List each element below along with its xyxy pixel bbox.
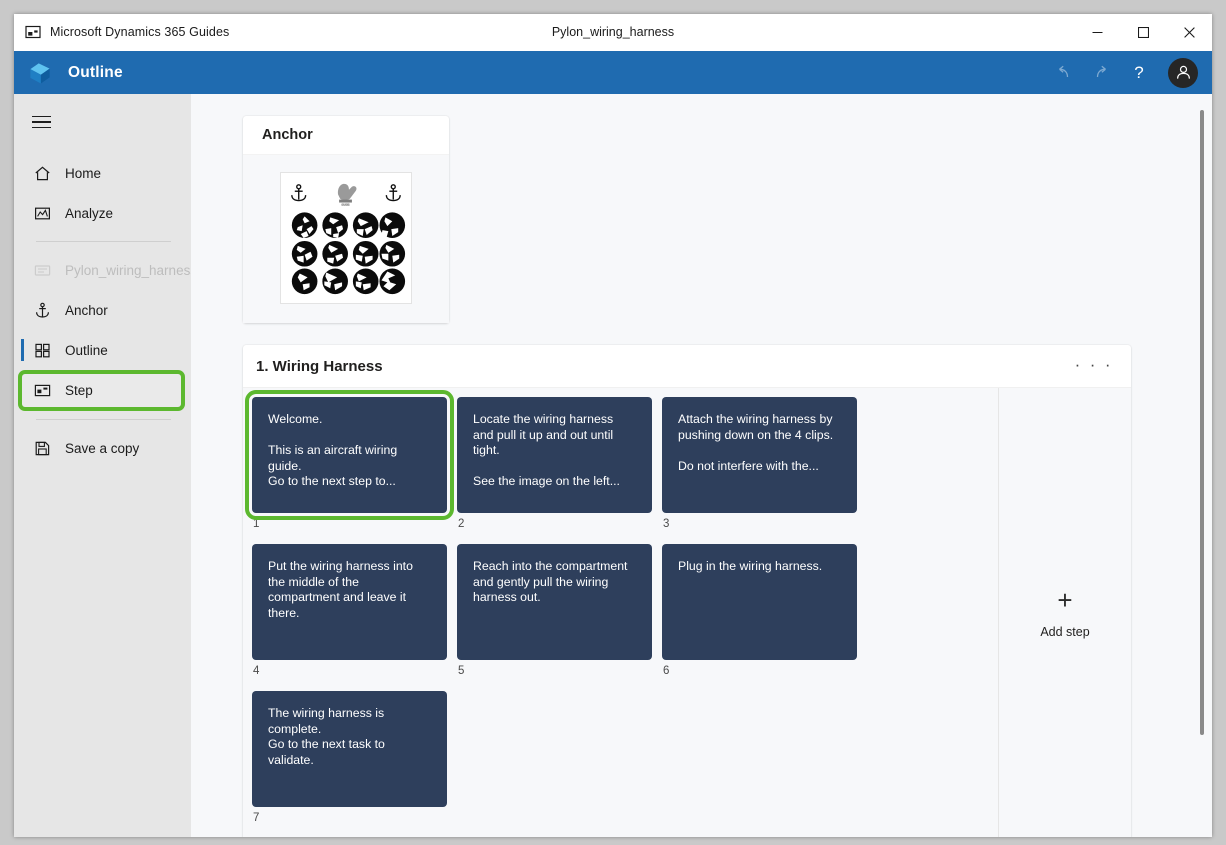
add-step-button[interactable]: + Add step [999,388,1131,837]
plus-icon: + [1057,587,1072,613]
save-copy-icon [33,439,51,457]
maximize-button[interactable] [1120,14,1166,50]
guide-icon [33,261,51,279]
step-text-line: Reach into the compartment and gently pu… [473,559,636,606]
sidebar-item-label: Pylon_wiring_harness [65,263,197,278]
anchor-card-title: Anchor [243,116,449,155]
step-text-line: This is an aircraft wiring guide. Go to … [268,443,431,490]
step-icon [33,382,51,400]
sidebar-item-step[interactable]: Step [18,370,185,411]
step-number: 7 [252,812,457,824]
app-title: Microsoft Dynamics 365 Guides [50,25,229,39]
step-number: 4 [252,665,457,677]
sidebar-item-label: Anchor [65,303,108,318]
sidebar-item-outline[interactable]: Outline [14,330,191,370]
step-number: 1 [252,518,457,530]
sidebar-item-home[interactable]: Home [14,153,191,193]
sidebar: Home Analyze [14,94,191,837]
step-number: 3 [662,518,867,530]
anchor-icon [33,301,51,319]
command-bar-title: Outline [68,64,123,82]
step-slot: Welcome. This is an aircraft wiring guid… [252,397,457,544]
title-bar: Microsoft Dynamics 365 Guides Pylon_wiri… [14,14,1212,51]
sidebar-item-label: Step [65,383,93,398]
step-card[interactable]: The wiring harness is complete. Go to th… [252,691,447,807]
anchor-card[interactable]: Anchor [243,116,449,323]
step-slot: Plug in the wiring harness. 6 [662,544,867,691]
step-text-line: Plug in the wiring harness. [678,559,841,575]
analyze-icon [33,204,51,222]
scrollbar-thumb[interactable] [1200,110,1204,735]
sidebar-item-analyze[interactable]: Analyze [14,193,191,233]
step-card[interactable]: Locate the wiring harness and pull it up… [457,397,652,513]
step-slot: Attach the wiring harness by pushing dow… [662,397,867,544]
sidebar-item-save-a-copy[interactable]: Save a copy [14,428,191,468]
brand-area: Outline [26,59,123,87]
sidebar-item-guide-name: Pylon_wiring_harness [14,250,191,290]
step-text-line: The wiring harness is complete. Go to th… [268,706,431,768]
step-card[interactable]: Reach into the compartment and gently pu… [457,544,652,660]
step-slot: Put the wiring harness into the middle o… [252,544,457,691]
step-text-line: Put the wiring harness into the middle o… [268,559,431,621]
sidebar-item-anchor[interactable]: Anchor [14,290,191,330]
command-bar: Outline ? [14,51,1212,94]
hamburger-menu-icon[interactable] [18,103,64,141]
app-icon [25,24,41,40]
outline-canvas: Anchor [191,94,1212,837]
desktop-background: Microsoft Dynamics 365 Guides Pylon_wiri… [0,0,1226,845]
task-title: 1. Wiring Harness [256,358,383,375]
vertical-scrollbar[interactable] [1196,94,1208,837]
outline-icon [33,341,51,359]
command-bar-actions: ? [1046,56,1198,90]
step-card[interactable]: Welcome. This is an aircraft wiring guid… [252,397,447,513]
title-bar-left: Microsoft Dynamics 365 Guides [14,24,229,40]
minimize-button[interactable] [1074,14,1120,50]
step-text-line: Do not interfere with the... [678,459,841,475]
sidebar-item-label: Outline [65,343,108,358]
step-text-line: Locate the wiring harness and pull it up… [473,412,636,459]
sidebar-item-label: Save a copy [65,441,139,456]
sidebar-item-label: Home [65,166,101,181]
help-icon[interactable]: ? [1122,56,1156,90]
step-text-line: Welcome. [268,412,431,428]
task-card: 1. Wiring Harness · · · Welcome. This is… [243,345,1131,837]
step-card[interactable]: Put the wiring harness into the middle o… [252,544,447,660]
task-more-options-button[interactable]: · · · [1065,350,1117,383]
window-controls [1074,14,1212,50]
application-window: Microsoft Dynamics 365 Guides Pylon_wiri… [14,14,1212,837]
step-card[interactable]: Attach the wiring harness by pushing dow… [662,397,857,513]
sidebar-divider-top [36,241,171,242]
step-number: 5 [457,665,662,677]
home-icon [33,164,51,182]
step-slot: The wiring harness is complete. Go to th… [252,691,457,837]
step-slot: Locate the wiring harness and pull it up… [457,397,662,544]
step-slot: Reach into the compartment and gently pu… [457,544,662,691]
task-card-header: 1. Wiring Harness · · · [243,345,1131,387]
dynamics-guides-logo-icon [26,59,54,87]
task-card-body: Welcome. This is an aircraft wiring guid… [243,387,1131,837]
window-body: Home Analyze [14,94,1212,837]
anchor-card-body: GUIDE [243,155,449,323]
step-text-line: See the image on the left... [473,474,636,490]
svg-text:GUIDE: GUIDE [342,204,350,207]
redo-icon[interactable] [1084,56,1118,90]
undo-icon[interactable] [1046,56,1080,90]
sidebar-nav: Home Analyze [14,153,191,468]
step-number: 6 [662,665,867,677]
add-step-label: Add step [1040,625,1089,639]
close-button[interactable] [1166,14,1212,50]
step-number: 2 [457,518,662,530]
sidebar-item-label: Analyze [65,206,113,221]
sidebar-divider-bottom [36,419,171,420]
anchor-marker-image: GUIDE [280,172,412,304]
steps-area: Welcome. This is an aircraft wiring guid… [243,388,999,837]
step-card[interactable]: Plug in the wiring harness. [662,544,857,660]
step-text-line: Attach the wiring harness by pushing dow… [678,412,841,443]
avatar[interactable] [1168,58,1198,88]
